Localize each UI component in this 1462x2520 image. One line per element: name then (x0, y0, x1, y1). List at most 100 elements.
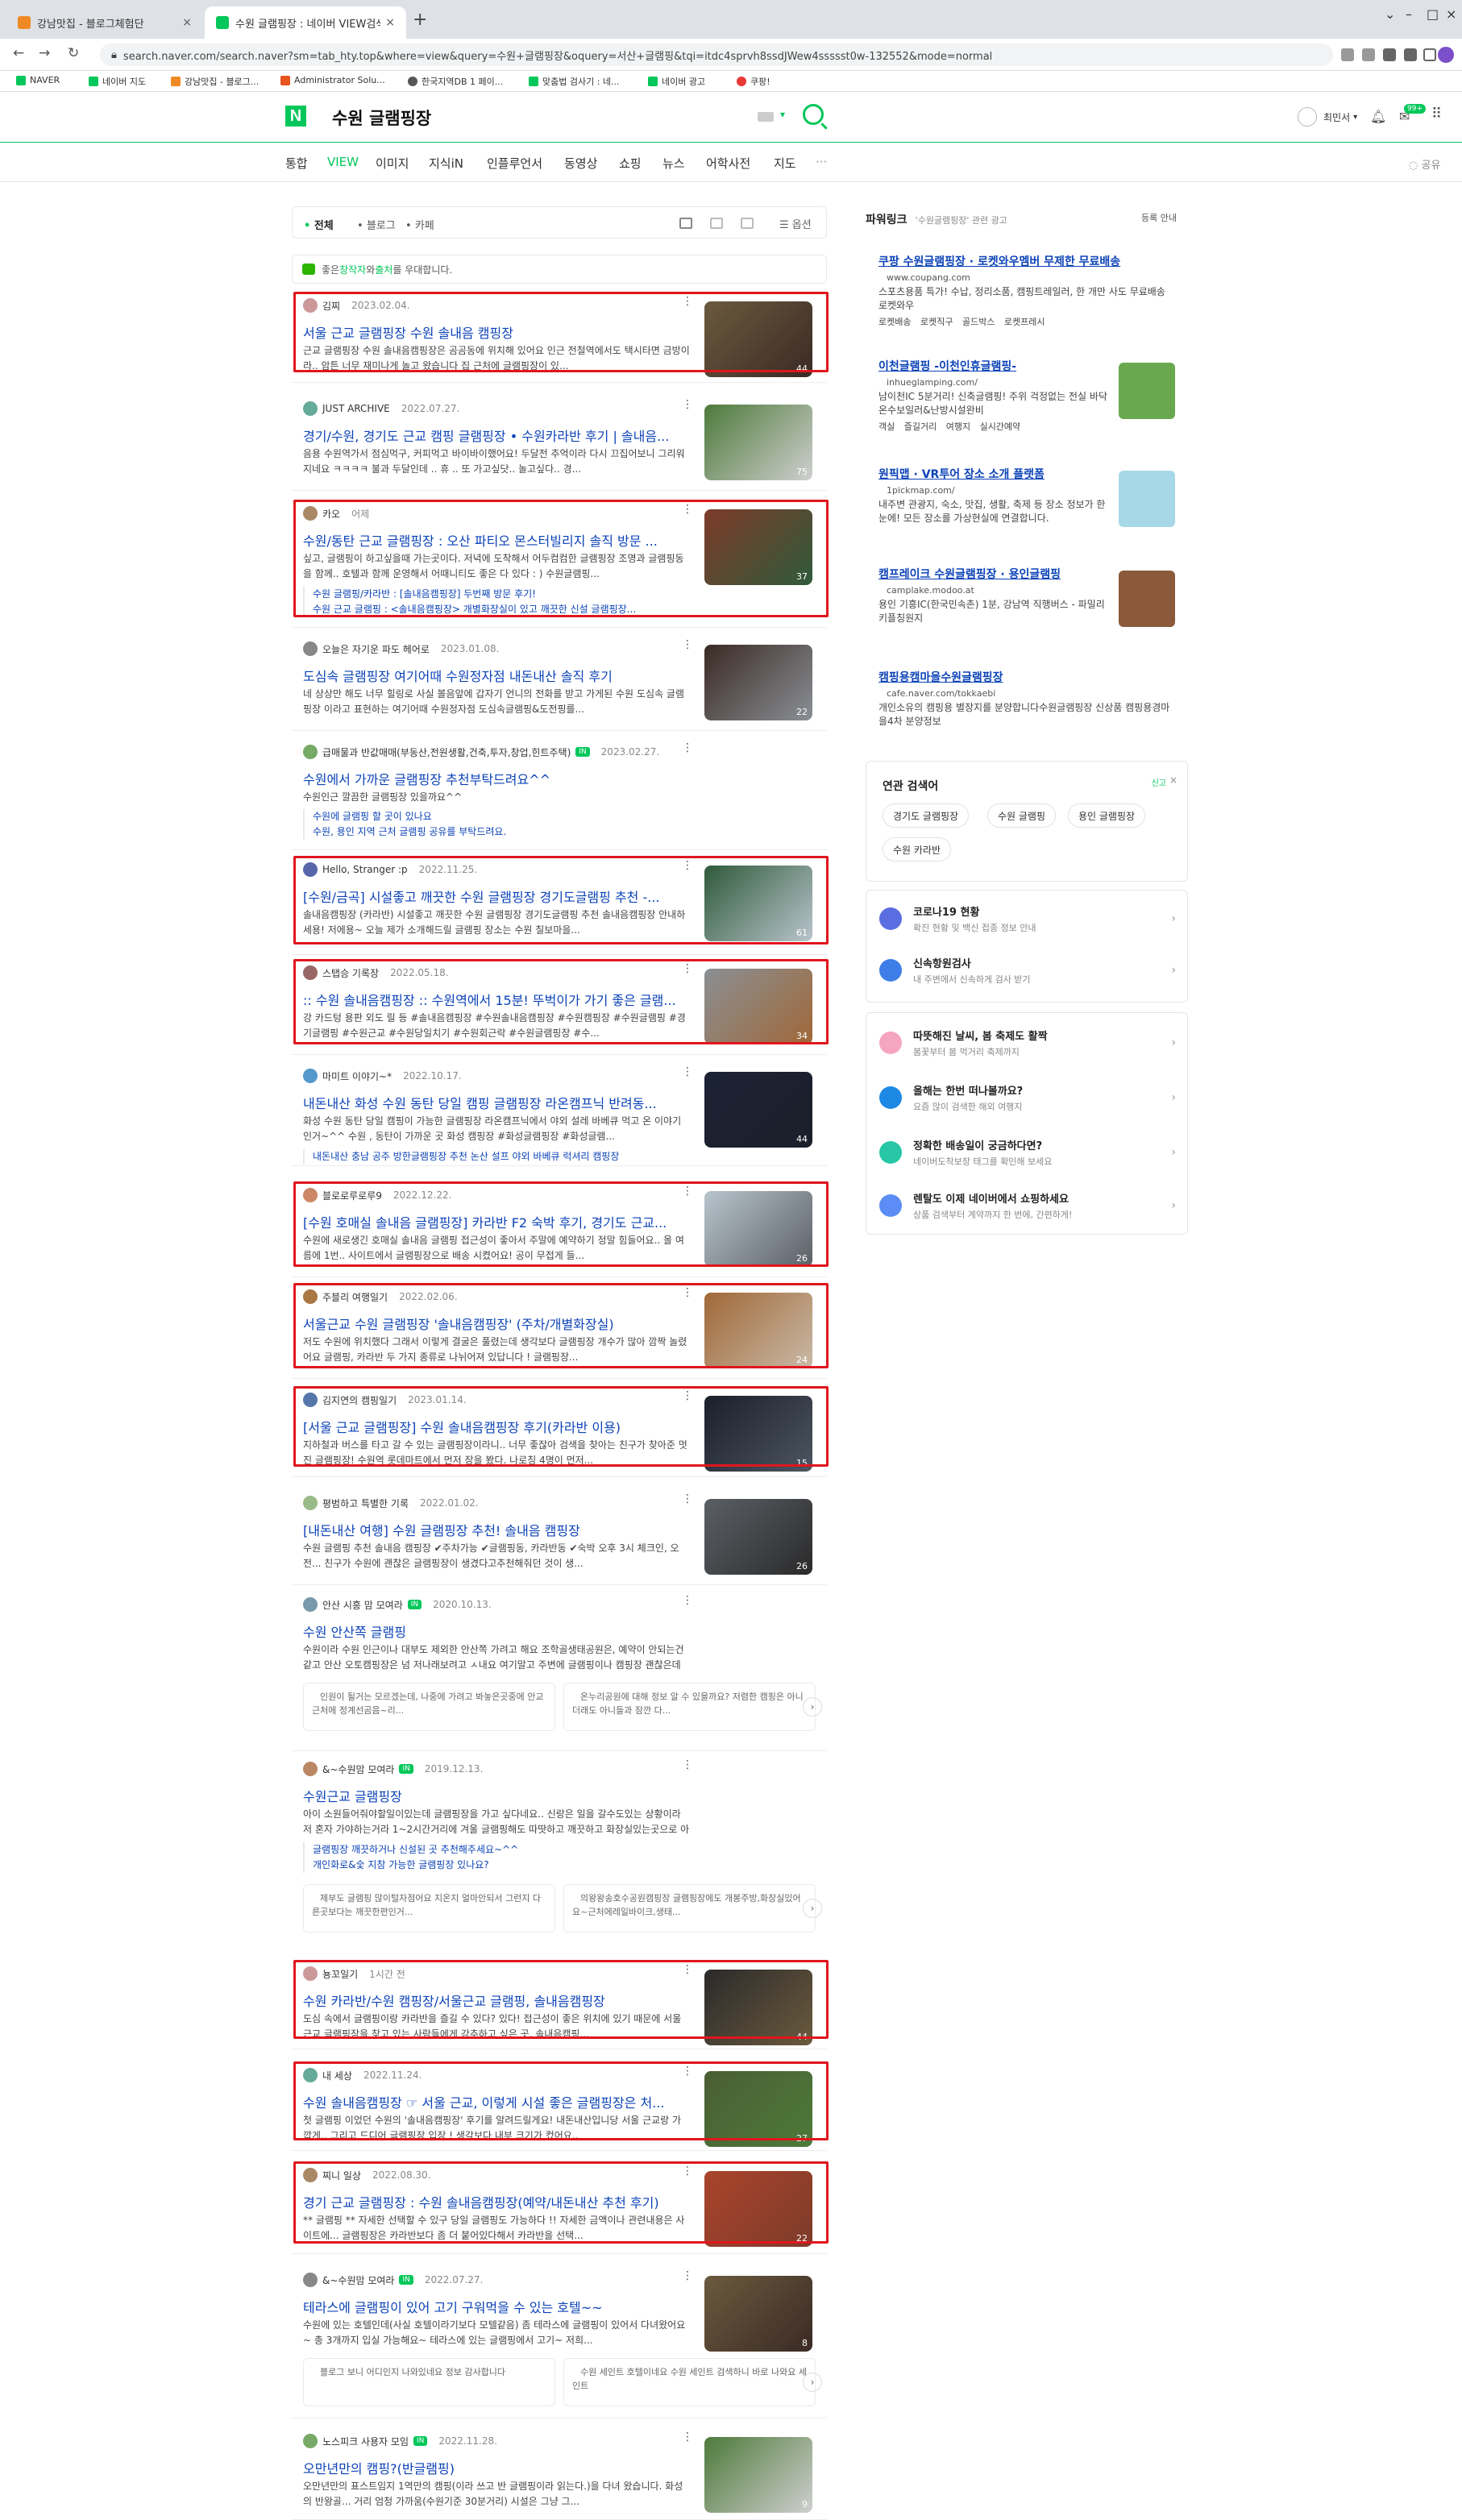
bookmark[interactable]: 강남맛집 - 블로그... (171, 75, 259, 88)
post-title[interactable]: [내돈내산 여행] 수원 글램핑장 추천! 솔내음 캠핑장 (303, 1520, 690, 1539)
extension-icon[interactable] (1383, 48, 1396, 61)
powerlink-ad[interactable]: 이천글램핑 -이천인휴글램핑- inhueglamping.com/남이천IC … (878, 358, 1177, 433)
post-thumbnail[interactable]: 44 (704, 1072, 812, 1148)
post-author[interactable]: 평범하고 특별한 기록 2022.01.02. (303, 1496, 479, 1510)
post-snippet[interactable]: 수원인근 깔끔한 글램핑장 있을까요^^ (303, 790, 690, 805)
related-link[interactable]: 수원에 글램핑 할 곳이 있나요 (313, 809, 690, 824)
post-title[interactable]: 내돈내산 화성 수원 동탄 당일 캠핑 글램핑장 라온캠프닉 반려동... (303, 1093, 690, 1112)
comment-card[interactable]: 제부도 글램핑 많이털자점어요 지온지 얼마안되서 그런지 다른곳보다는 깨끗한… (303, 1884, 555, 1933)
service-delivery[interactable]: 정확한 배송일이 궁금하다면? 네이버도착보장 태그를 확인해 보세요 › (879, 1132, 1176, 1173)
comment-card[interactable]: 인원이 될거는 모르겠는데, 나중에 가려고 봐놓은곳중에 안교근처에 정계선곰… (303, 1683, 555, 1731)
ad-thumbnail[interactable] (1119, 363, 1175, 419)
ad-title[interactable]: 쿠팡 수원글램핑장 · 로켓와우멤버 무제한 무료배송 (878, 253, 1177, 269)
ad-thumbnail[interactable] (1119, 571, 1175, 627)
bookmark[interactable]: 쿠팡! (737, 75, 770, 88)
post-author[interactable]: JUST ARCHIVE 2022.07.27. (303, 401, 459, 416)
post-snippet[interactable]: 아이 소원들어줘야할일이있는데 글램핑장을 가고 싶다네요.. 신랑은 일을 갈… (303, 1807, 690, 1837)
tab-kin[interactable]: 지식iN (429, 155, 463, 172)
service-spring-festival[interactable]: 따뜻해진 날씨, 봄 축제도 활짝 봄꽃부터 봄 먹거리 축제까지 › (879, 1023, 1176, 1063)
bookmark[interactable]: 맞춤법 검사기 : 네... (529, 75, 620, 88)
related-chip[interactable]: 경기도 글램핑장 (883, 803, 970, 828)
more-options-icon[interactable]: ⋮ (682, 1594, 693, 1607)
service-rental[interactable]: 렌탈도 이제 네이버에서 쇼핑하세요 상품 검색부터 계약까지 한 번에, 간편하… (879, 1185, 1176, 1226)
list-view-icon[interactable] (679, 218, 692, 229)
window-close-icon[interactable]: × (1446, 6, 1456, 22)
post-snippet[interactable]: 수원 글램핑 추천 솔내음 캠핑장 ✔주차가능 ✔글램핑동, 카라반동 ✔숙박 … (303, 1541, 690, 1571)
tab-images[interactable]: 이미지 (376, 155, 409, 172)
back-icon[interactable]: ← (13, 45, 24, 61)
more-options-icon[interactable]: ⋮ (682, 2431, 693, 2443)
search-query[interactable]: 수원 글램핑장 (332, 106, 431, 130)
powerlink-ad[interactable]: 쿠팡 수원글램핑장 · 로켓와우멤버 무제한 무료배송 www.coupang.… (878, 253, 1177, 328)
more-tabs-button[interactable]: ··· (816, 155, 827, 169)
post-title[interactable]: 테라스에 글램핑이 있어 고기 구워먹을 수 있는 호텔~~ (303, 2297, 690, 2316)
sidepanel-icon[interactable] (1423, 48, 1436, 61)
post-title[interactable]: 수원에서 가까운 글램핑장 추천부탁드려요^^ (303, 769, 690, 788)
post-thumbnail[interactable]: 9 (704, 2437, 812, 2513)
post-author[interactable]: 안산 시흥 맘 모여라 IN 2020.10.13. (303, 1597, 492, 1612)
tab-shopping[interactable]: 쇼핑 (619, 155, 642, 172)
ad-url[interactable]: cafe.naver.com/tokkaebi (878, 688, 1177, 699)
more-options-icon[interactable]: ⋮ (682, 741, 693, 754)
ad-sublinks[interactable]: 로켓배송 로켓직구 골드박스 로켓프레시 (878, 315, 1177, 328)
ad-sublinks[interactable]: 객실 즐길거리 여행지 실시간예약 (878, 420, 1177, 433)
post-author[interactable]: 오늘은 자기운 파도 헤어로 2023.01.08. (303, 641, 499, 656)
related-chip[interactable]: 수원 카라반 (883, 837, 952, 861)
puzzle-icon[interactable] (1404, 48, 1417, 61)
service-travel[interactable]: 올해는 한번 떠나볼까요? 요즘 많이 검색한 해외 여행지 › (879, 1077, 1176, 1118)
ad-thumbnail[interactable] (1119, 471, 1175, 527)
chevron-down-icon[interactable]: ▾ (780, 109, 785, 120)
bookmark[interactable]: NAVER (16, 75, 60, 85)
options-button[interactable]: ☰ 옵션 (779, 216, 812, 231)
post-snippet[interactable]: 음용 수원역가서 점심먹구, 커피먹고 바이바이했어요! 두달전 추억이라 다시… (303, 446, 690, 477)
chevron-right-icon[interactable]: › (803, 1697, 822, 1717)
related-chip[interactable]: 용인 글램핑장 (1068, 803, 1146, 828)
browser-tab[interactable]: 강남맛집 - 블로그체험단 × (6, 6, 203, 39)
post-thumbnail[interactable]: 22 (704, 645, 812, 720)
star-icon[interactable] (1362, 48, 1375, 61)
reload-icon[interactable]: ↻ (68, 45, 79, 61)
post-snippet[interactable]: 수원에 있는 호텔인데(사실 호텔이라기보다 모텔같음) 좀 테라스에 글램핑이… (303, 2318, 690, 2348)
tab-integrated[interactable]: 통합 (285, 155, 308, 172)
powerlink-ad[interactable]: 캠핑용캠마을수원글램핑장 cafe.naver.com/tokkaebi 개인소유… (878, 669, 1177, 729)
related-link[interactable]: 수원, 용인 지역 근처 글램핑 공유를 부탁드려요. (313, 824, 690, 840)
more-options-icon[interactable]: ⋮ (682, 1492, 693, 1505)
filter-all[interactable]: • 전체 (304, 217, 334, 232)
post-title[interactable]: 수원근교 글램핑장 (303, 1786, 690, 1805)
more-options-icon[interactable]: ⋮ (682, 2269, 693, 2282)
powerlink-ad[interactable]: 캠프레이크 수원글램핑장 · 용인글램핑 camplake.modoo.at 용인… (878, 566, 1177, 627)
card-view-icon[interactable] (710, 218, 723, 229)
post-author[interactable]: 마미트 이야기~* 2022.10.17. (303, 1069, 462, 1083)
post-snippet[interactable]: 화성 수원 동탄 당일 캠핑이 가능한 글램핑장 라온캠프닉에서 야외 설레 바… (303, 1114, 690, 1144)
tab-view[interactable]: VIEW (327, 155, 359, 169)
more-options-icon[interactable]: ⋮ (682, 398, 693, 411)
filter-blog[interactable]: • 블로그 (357, 217, 396, 232)
post-snippet[interactable]: 오만년만의 표스트임지 1역만의 캠핑(이라 쓰고 반 글램핑이라 읽는다.)을… (303, 2479, 690, 2510)
post-author[interactable]: 노스피크 사용자 모임 IN 2022.11.28. (303, 2434, 497, 2448)
more-options-icon[interactable]: ⋮ (682, 1758, 693, 1771)
more-options-icon[interactable]: ⋮ (682, 638, 693, 651)
service-covid[interactable]: 코로나19 현황 확진 현황 및 백신 접종 정보 안내 › (879, 899, 1176, 939)
close-icon[interactable]: × (182, 16, 192, 29)
search-icon[interactable] (803, 104, 824, 125)
apps-grid-icon[interactable]: ⠿ (1431, 106, 1442, 122)
post-snippet[interactable]: 수원이라 수원 인근이나 대부도 제외한 안산쪽 가려고 해요 조학골생태공원은… (303, 1642, 690, 1673)
video-view-icon[interactable] (741, 218, 754, 229)
post-title[interactable]: 도심속 글램핑장 여기어때 수원정자점 내돈내산 솔직 후기 (303, 666, 690, 685)
bookmark[interactable]: 한국지역DB 1 페이... (408, 75, 503, 88)
chevron-right-icon[interactable]: › (803, 2373, 822, 2392)
user-menu[interactable]: 최민서 ▾ (1298, 107, 1357, 127)
ad-register-link[interactable]: 등록 안내 (1141, 211, 1177, 224)
related-link[interactable]: 글램핑장 깨끗하거나 신설된 곳 추천해주세요~^^ (313, 1842, 690, 1858)
post-thumbnail[interactable]: 8 (704, 2276, 812, 2352)
keyboard-icon[interactable] (758, 112, 774, 122)
maximize-icon[interactable]: □ (1427, 6, 1439, 22)
post-title[interactable]: 경기/수원, 경기도 근교 캠핑 글램핑장 • 수원카라반 후기 | 솔내음..… (303, 426, 690, 445)
post-author[interactable]: &~수원맘 모여라 IN 2022.07.27. (303, 2273, 483, 2287)
related-link[interactable]: 내돈내산 충남 공주 방한글램핑장 추천 논산 설프 야외 바베큐 럭셔리 캠핑… (313, 1149, 690, 1165)
tab-dictionary[interactable]: 어학사전 (706, 155, 750, 172)
address-bar[interactable]: 🔒︎ search.naver.com/search.naver?sm=tab_… (100, 44, 1333, 66)
post-author[interactable]: 급매물과 반값매매(부동산,전원생활,건축,투자,창업,힌트주택) IN 2023.… (303, 745, 659, 759)
close-icon[interactable]: × (385, 16, 395, 29)
new-tab-button[interactable]: + (413, 10, 427, 30)
